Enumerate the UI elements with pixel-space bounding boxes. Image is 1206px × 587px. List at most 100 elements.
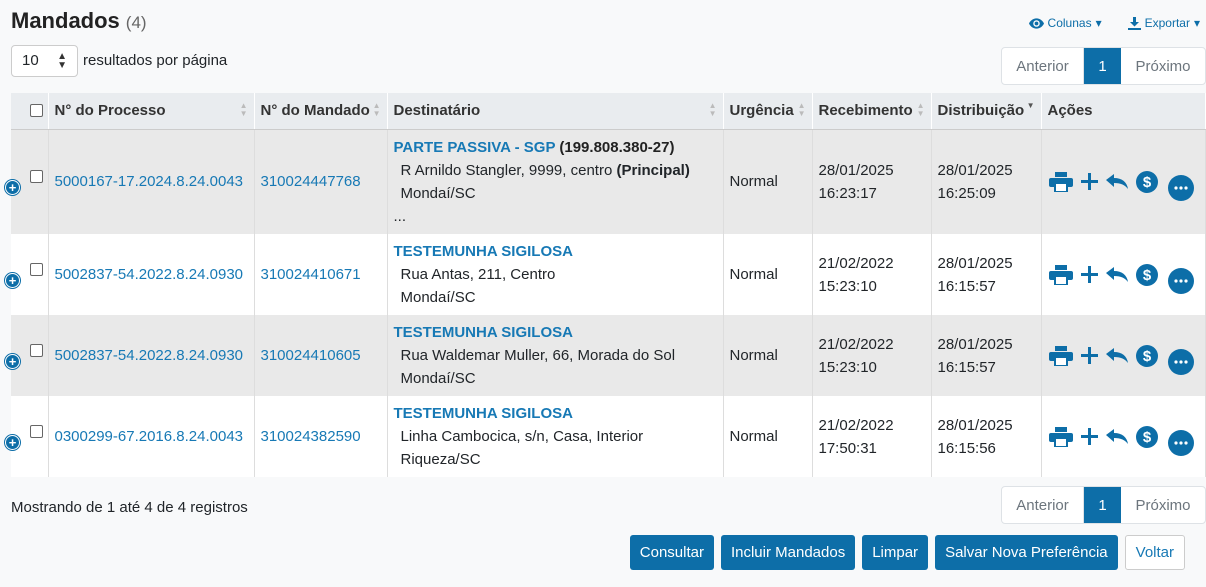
- distribuicao-cell: 28/01/2025 16:15:57: [931, 234, 1042, 315]
- destinatario-name[interactable]: TESTEMUNHA SIGILOSA: [394, 240, 723, 263]
- destinatario-cell: TESTEMUNHA SIGILOSA Rua Antas, 211, Cent…: [387, 234, 724, 315]
- undo-icon[interactable]: [1105, 347, 1128, 364]
- more-options-icon[interactable]: [1167, 174, 1194, 201]
- page-1-button[interactable]: 1: [1084, 487, 1121, 523]
- expand-row-icon[interactable]: +: [5, 272, 20, 288]
- distribuicao-cell: 28/01/2025 16:15:57: [931, 315, 1042, 396]
- actions-cell: $: [1041, 234, 1206, 315]
- caret-down-icon: ▾: [1193, 16, 1200, 30]
- header-destinatario[interactable]: Destinatário ▲ ▼: [387, 93, 724, 130]
- actions-cell: $: [1041, 129, 1206, 234]
- print-icon[interactable]: [1048, 426, 1073, 447]
- mandado-link[interactable]: 310024410605: [261, 347, 361, 364]
- processo-link[interactable]: 5002837-54.2022.8.24.0930: [55, 347, 244, 364]
- page-title: Mandados (4): [11, 8, 147, 33]
- distribuicao-cell: 28/01/2025 16:15:56: [931, 396, 1042, 477]
- page-1-button[interactable]: 1: [1084, 48, 1121, 84]
- svg-text:$: $: [1142, 267, 1151, 284]
- undo-icon[interactable]: [1105, 266, 1128, 283]
- incluir-mandados-button[interactable]: Incluir Mandados: [720, 535, 856, 570]
- urgencia-cell: Normal: [723, 315, 813, 396]
- header-acoes: Ações: [1041, 93, 1206, 130]
- dollar-icon[interactable]: $: [1135, 344, 1158, 367]
- expand-row-icon[interactable]: +: [5, 353, 20, 369]
- mandado-link[interactable]: 310024382590: [261, 428, 361, 445]
- sort-arrows-icon: ▲ ▼: [57, 51, 67, 71]
- row-checkbox[interactable]: [30, 169, 43, 183]
- row-checkbox[interactable]: [30, 343, 43, 357]
- svg-text:$: $: [1142, 348, 1151, 365]
- destinatario-name[interactable]: PARTE PASSIVA - SGP: [394, 139, 556, 156]
- urgencia-cell: Normal: [723, 234, 813, 315]
- prev-page-button[interactable]: Anterior: [1002, 487, 1084, 523]
- table-row: + 0300299-67.2016.8.24.0043 310024382590…: [5, 396, 1206, 477]
- header-mandado[interactable]: N° do Mandado ▲ ▼: [254, 93, 388, 130]
- pagination-top: Anterior 1 Próximo: [1001, 47, 1206, 85]
- plus-icon[interactable]: [1080, 347, 1098, 364]
- header-recebimento[interactable]: Recebimento ▲ ▼: [812, 93, 932, 130]
- print-icon[interactable]: [1048, 264, 1073, 285]
- dollar-icon[interactable]: $: [1135, 170, 1158, 193]
- destinatario-name[interactable]: TESTEMUNHA SIGILOSA: [394, 402, 723, 425]
- more-options-icon[interactable]: [1167, 348, 1194, 375]
- processo-link[interactable]: 5002837-54.2022.8.24.0930: [55, 266, 244, 283]
- page-size-label: resultados por página: [83, 52, 228, 69]
- consultar-button[interactable]: Consultar: [629, 535, 714, 570]
- select-all-header: [11, 93, 49, 130]
- recebimento-cell: 21/02/2022 17:50:31: [812, 396, 932, 477]
- more-options-icon[interactable]: [1167, 429, 1194, 456]
- processo-link[interactable]: 0300299-67.2016.8.24.0043: [55, 428, 244, 445]
- columns-menu[interactable]: Colunas ▾: [1028, 16, 1102, 30]
- mandados-table: N° do Processo ▲ ▼ N° do Mandado ▲ ▼ Destina…: [5, 93, 1206, 477]
- prev-page-button[interactable]: Anterior: [1002, 48, 1084, 84]
- mandado-link[interactable]: 310024447768: [261, 173, 361, 190]
- export-menu[interactable]: Exportar ▾: [1127, 16, 1200, 30]
- caret-down-icon: ▾: [1095, 16, 1102, 30]
- page-size-select[interactable]: 10 ▲ ▼: [11, 45, 78, 77]
- print-icon[interactable]: [1048, 345, 1073, 366]
- header-distribuicao[interactable]: Distribuição ▼: [931, 93, 1042, 130]
- row-checkbox[interactable]: [30, 424, 43, 438]
- urgencia-cell: Normal: [723, 396, 813, 477]
- plus-icon[interactable]: [1080, 266, 1098, 283]
- destinatario-name[interactable]: TESTEMUNHA SIGILOSA: [394, 321, 723, 344]
- select-all-checkbox[interactable]: [30, 104, 43, 117]
- dollar-icon[interactable]: $: [1135, 263, 1158, 286]
- mandado-link[interactable]: 310024410671: [261, 266, 361, 283]
- svg-text:$: $: [1142, 429, 1151, 446]
- undo-icon[interactable]: [1105, 173, 1128, 190]
- urgencia-cell: Normal: [723, 129, 813, 234]
- distribuicao-cell: 28/01/2025 16:25:09: [931, 129, 1042, 234]
- record-count: (4): [125, 13, 147, 32]
- eye-icon: [1028, 17, 1044, 29]
- recebimento-cell: 21/02/2022 15:23:10: [812, 315, 932, 396]
- expand-row-icon[interactable]: +: [5, 179, 20, 195]
- pagination-bottom: Anterior 1 Próximo: [1001, 486, 1206, 524]
- print-icon[interactable]: [1048, 171, 1073, 192]
- table-row: + 5002837-54.2022.8.24.0930 310024410671…: [5, 234, 1206, 315]
- actions-cell: $: [1041, 396, 1206, 477]
- records-info: Mostrando de 1 até 4 de 4 registros: [11, 499, 248, 516]
- recebimento-cell: 21/02/2022 15:23:10: [812, 234, 932, 315]
- dollar-icon[interactable]: $: [1135, 425, 1158, 448]
- undo-icon[interactable]: [1105, 428, 1128, 445]
- table-row: + 5002837-54.2022.8.24.0930 310024410605…: [5, 315, 1206, 396]
- voltar-button[interactable]: Voltar: [1124, 535, 1185, 570]
- more-options-icon[interactable]: [1167, 267, 1194, 294]
- recebimento-cell: 28/01/2025 16:23:17: [812, 129, 932, 234]
- row-checkbox[interactable]: [30, 262, 43, 276]
- plus-icon[interactable]: [1080, 173, 1098, 191]
- header-urgencia[interactable]: Urgência ▲ ▼: [723, 93, 813, 130]
- processo-link[interactable]: 5000167-17.2024.8.24.0043: [55, 173, 244, 190]
- salvar-preferencia-button[interactable]: Salvar Nova Preferência: [935, 535, 1118, 570]
- header-processo[interactable]: N° do Processo ▲ ▼: [48, 93, 255, 130]
- destinatario-cell: TESTEMUNHA SIGILOSA Rua Waldemar Muller,…: [387, 315, 724, 396]
- table-row: + 5000167-17.2024.8.24.0043 310024447768…: [5, 129, 1206, 234]
- plus-icon[interactable]: [1080, 428, 1098, 445]
- next-page-button[interactable]: Próximo: [1121, 48, 1205, 84]
- limpar-button[interactable]: Limpar: [862, 535, 929, 570]
- destinatario-cell: TESTEMUNHA SIGILOSA Linha Cambocica, s/n…: [387, 396, 724, 477]
- next-page-button[interactable]: Próximo: [1121, 487, 1205, 523]
- actions-cell: $: [1041, 315, 1206, 396]
- expand-row-icon[interactable]: +: [5, 434, 20, 450]
